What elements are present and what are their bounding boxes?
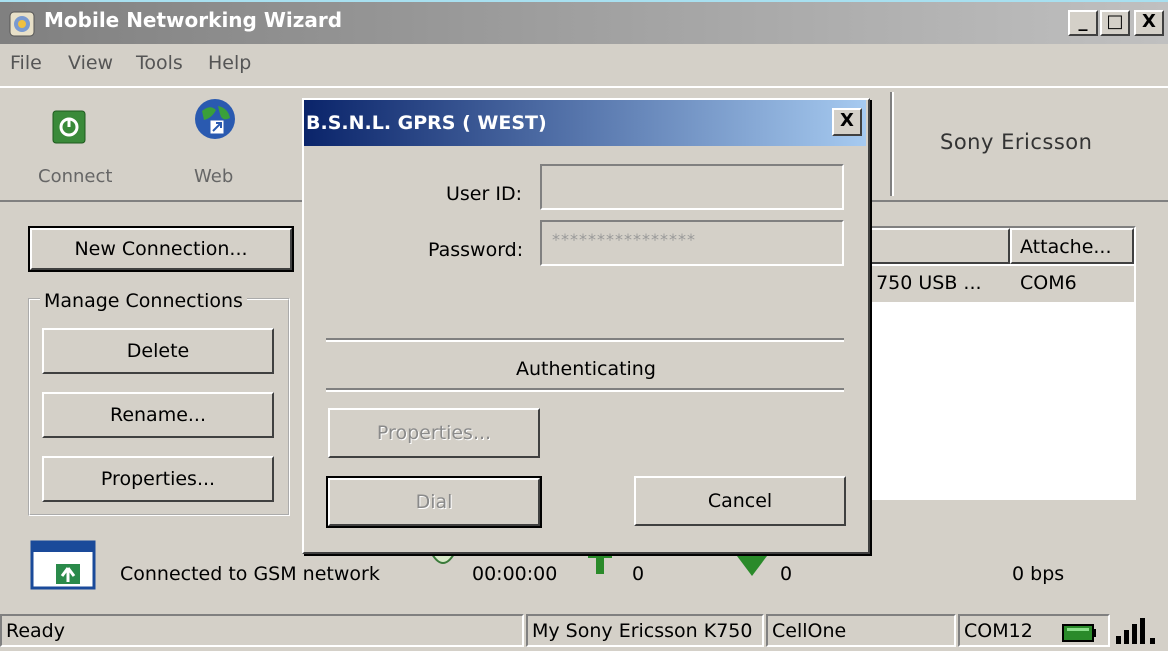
new-connection-button[interactable]: New Connection... bbox=[30, 228, 292, 270]
battery-icon bbox=[1062, 624, 1096, 642]
dialog-title: B.S.N.L. GPRS ( WEST) bbox=[306, 112, 547, 134]
signal-strength-icon bbox=[1112, 616, 1162, 646]
user-id-label: User ID: bbox=[446, 183, 522, 205]
status-ready: Ready bbox=[0, 614, 524, 647]
close-button[interactable]: X bbox=[1134, 10, 1164, 36]
dialog-separator-bottom bbox=[326, 388, 844, 392]
upload-arrow-icon bbox=[588, 552, 612, 574]
menu-help[interactable]: Help bbox=[208, 52, 251, 74]
timer-icon bbox=[430, 552, 456, 574]
toolbar-divider bbox=[890, 92, 894, 196]
password-field[interactable]: **************** bbox=[540, 220, 844, 266]
cancel-label: Cancel bbox=[707, 490, 773, 512]
bytes-sent: 0 bbox=[632, 563, 645, 585]
status-port-text: COM12 bbox=[964, 620, 1033, 642]
dialog-properties-button[interactable]: Properties... bbox=[328, 408, 540, 458]
password-label: Password: bbox=[428, 239, 524, 261]
user-id-field[interactable] bbox=[540, 164, 844, 210]
rename-label: Rename... bbox=[109, 404, 207, 426]
manage-connections-legend: Manage Connections bbox=[40, 290, 247, 312]
minimize-button[interactable]: _ bbox=[1068, 10, 1098, 36]
app-icon bbox=[8, 10, 36, 38]
cancel-button[interactable]: Cancel bbox=[634, 476, 846, 526]
download-arrow-icon bbox=[734, 552, 770, 576]
globe-icon bbox=[192, 96, 238, 142]
window-title: Mobile Networking Wizard bbox=[44, 8, 343, 32]
connect-button[interactable]: Connect bbox=[30, 104, 116, 194]
connection-status-text: Connected to GSM network bbox=[120, 563, 380, 585]
connection-timer: 00:00:00 bbox=[472, 563, 558, 585]
column-header-attached[interactable]: Attache... bbox=[1010, 228, 1134, 264]
row-port: COM6 bbox=[1020, 272, 1077, 294]
main-title-bar[interactable]: Mobile Networking Wizard _ □ X bbox=[0, 0, 1168, 44]
row-device: h 750 USB ... bbox=[858, 272, 982, 294]
menu-tools[interactable]: Tools bbox=[136, 52, 183, 74]
maximize-button[interactable]: □ bbox=[1100, 10, 1130, 36]
web-label: Web bbox=[194, 166, 234, 187]
delete-button[interactable]: Delete bbox=[42, 328, 274, 374]
transfer-speed: 0 bps bbox=[1012, 563, 1065, 585]
web-button[interactable]: Web bbox=[186, 96, 266, 194]
delete-label: Delete bbox=[126, 340, 190, 362]
menu-view[interactable]: View bbox=[68, 52, 113, 74]
dialog-close-button[interactable]: X bbox=[832, 108, 862, 136]
status-operator: CellOne bbox=[766, 614, 956, 647]
properties-label: Properties... bbox=[100, 468, 216, 490]
bytes-received: 0 bbox=[780, 563, 793, 585]
dial-button[interactable]: Dial bbox=[328, 478, 540, 526]
properties-button[interactable]: Properties... bbox=[42, 456, 274, 502]
dialog-separator-top bbox=[326, 338, 844, 342]
status-phone: My Sony Ericsson K750 bbox=[526, 614, 764, 647]
menu-bar: File View Tools Help bbox=[0, 44, 1168, 84]
dialog-properties-label: Properties... bbox=[376, 422, 492, 444]
rename-button[interactable]: Rename... bbox=[42, 392, 274, 438]
new-connection-label: New Connection... bbox=[74, 238, 248, 260]
dialog-status-text: Authenticating bbox=[516, 358, 656, 380]
connect-label: Connect bbox=[38, 166, 113, 187]
dial-label: Dial bbox=[415, 491, 453, 513]
power-icon bbox=[52, 110, 86, 144]
password-value: **************** bbox=[552, 230, 696, 249]
menu-file[interactable]: File bbox=[10, 52, 42, 74]
network-status-icon bbox=[30, 540, 96, 590]
brand-logo-text: Sony Ericsson bbox=[940, 130, 1093, 154]
